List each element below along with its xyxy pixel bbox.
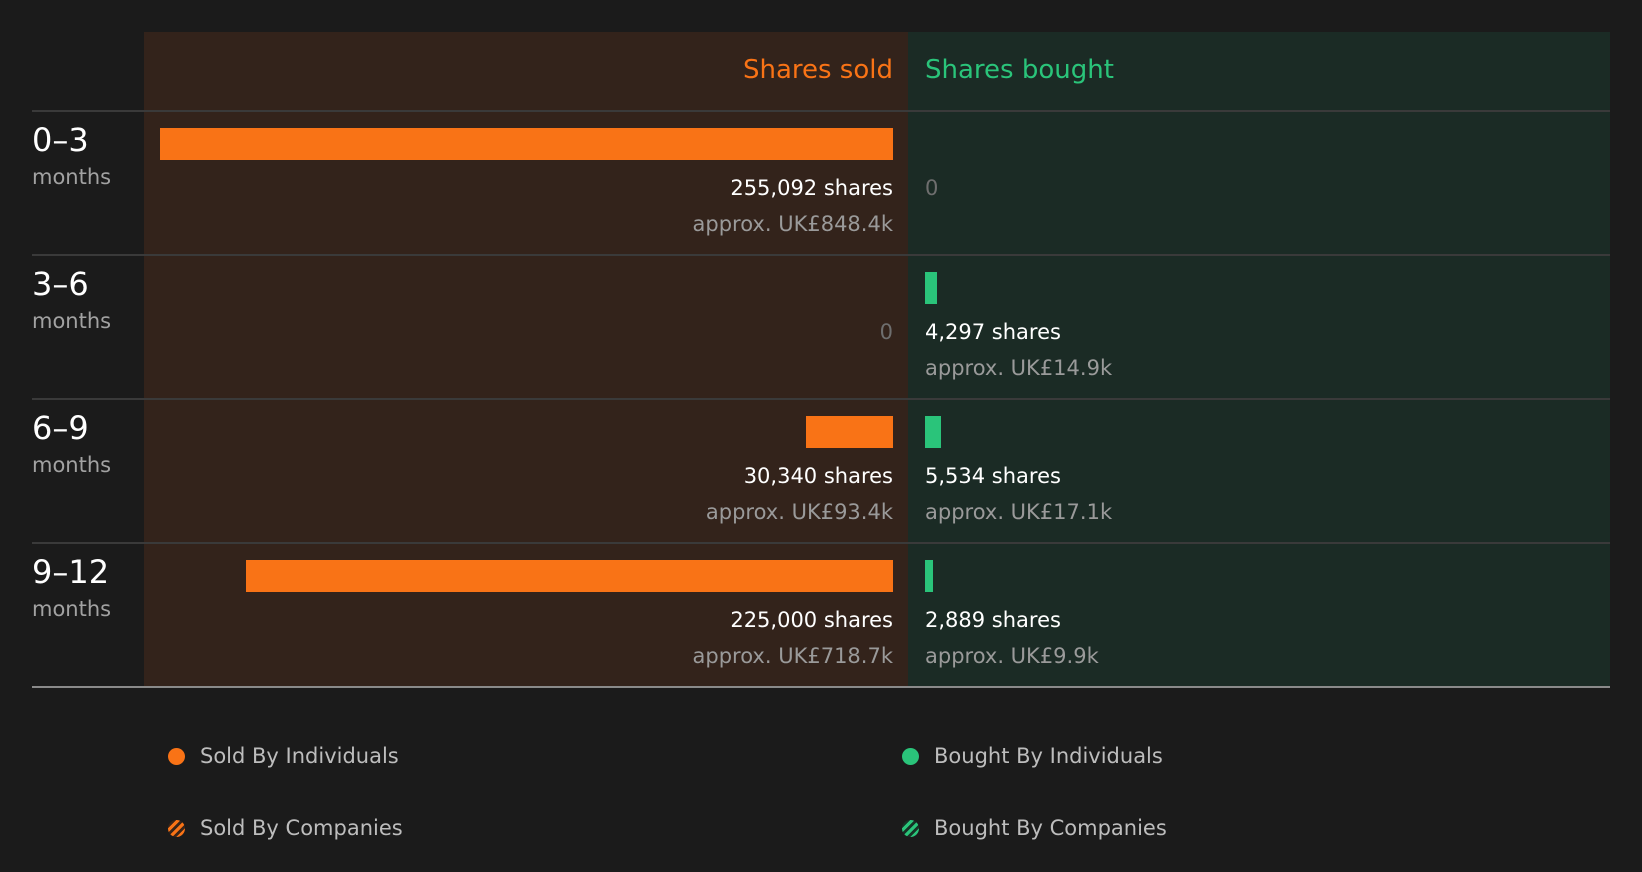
row-divider	[32, 398, 1610, 400]
row-unit-label: months	[32, 453, 112, 477]
row-unit-label: months	[32, 165, 112, 189]
row-range-label: 3–6	[32, 265, 89, 303]
row-label: 9–12 months	[32, 552, 111, 624]
sold-shares-label: 30,340 shares	[743, 464, 893, 488]
header-divider	[32, 110, 1610, 112]
row-range-label: 0–3	[32, 121, 89, 159]
legend-sold-by-individuals: Sold By Individuals	[168, 741, 399, 771]
chart-bottom-axis	[32, 686, 1610, 688]
row-unit-label: months	[32, 597, 112, 621]
insider-trading-chart: Shares sold Shares bought 0–3 months 255,0…	[0, 0, 1642, 872]
legend-label: Sold By Individuals	[200, 744, 399, 768]
legend-label: Bought By Individuals	[934, 744, 1163, 768]
row-label: 6–9 months	[32, 408, 111, 480]
bar-shares-bought	[925, 272, 938, 304]
bar-shares-sold	[160, 128, 893, 160]
sold-value-label: approx. UK£93.4k	[705, 500, 893, 524]
legend-hatched-dot-icon	[168, 819, 185, 837]
row-divider	[32, 542, 1610, 544]
bar-shares-sold	[805, 416, 893, 448]
sold-shares-label: 255,092 shares	[730, 176, 893, 200]
row-divider	[32, 254, 1610, 256]
bought-zero-label: 0	[925, 176, 939, 200]
bar-shares-bought	[925, 416, 941, 448]
sold-value-label: approx. UK£848.4k	[692, 212, 893, 236]
legend-dot-icon	[902, 747, 919, 765]
row-range-label: 6–9	[32, 409, 89, 447]
row-label: 0–3 months	[32, 120, 111, 192]
bought-shares-label: 2,889 shares	[925, 608, 1061, 632]
bought-value-label: approx. UK£14.9k	[925, 356, 1113, 380]
bought-shares-label: 4,297 shares	[925, 320, 1061, 344]
row-unit-label: months	[32, 309, 112, 333]
shares-bought-header: Shares bought	[925, 55, 1114, 85]
sold-shares-label: 225,000 shares	[730, 608, 893, 632]
sold-zero-label: 0	[879, 320, 893, 344]
legend-bought-by-individuals: Bought By Individuals	[902, 741, 1163, 771]
bar-shares-sold	[246, 560, 893, 592]
bought-shares-label: 5,534 shares	[925, 464, 1061, 488]
sold-value-label: approx. UK£718.7k	[692, 644, 893, 668]
row-label: 3–6 months	[32, 264, 111, 336]
legend-label: Bought By Companies	[934, 816, 1167, 840]
legend-bought-by-companies: Bought By Companies	[902, 813, 1167, 843]
bought-value-label: approx. UK£17.1k	[925, 500, 1113, 524]
shares-sold-header: Shares sold	[742, 55, 893, 85]
bought-value-label: approx. UK£9.9k	[925, 644, 1099, 668]
legend-sold-by-companies: Sold By Companies	[168, 813, 403, 843]
legend-hatched-dot-icon	[902, 819, 919, 837]
legend-label: Sold By Companies	[200, 816, 403, 840]
bar-shares-bought	[925, 560, 934, 592]
legend-dot-icon	[168, 747, 185, 765]
row-range-label: 9–12	[32, 553, 110, 591]
